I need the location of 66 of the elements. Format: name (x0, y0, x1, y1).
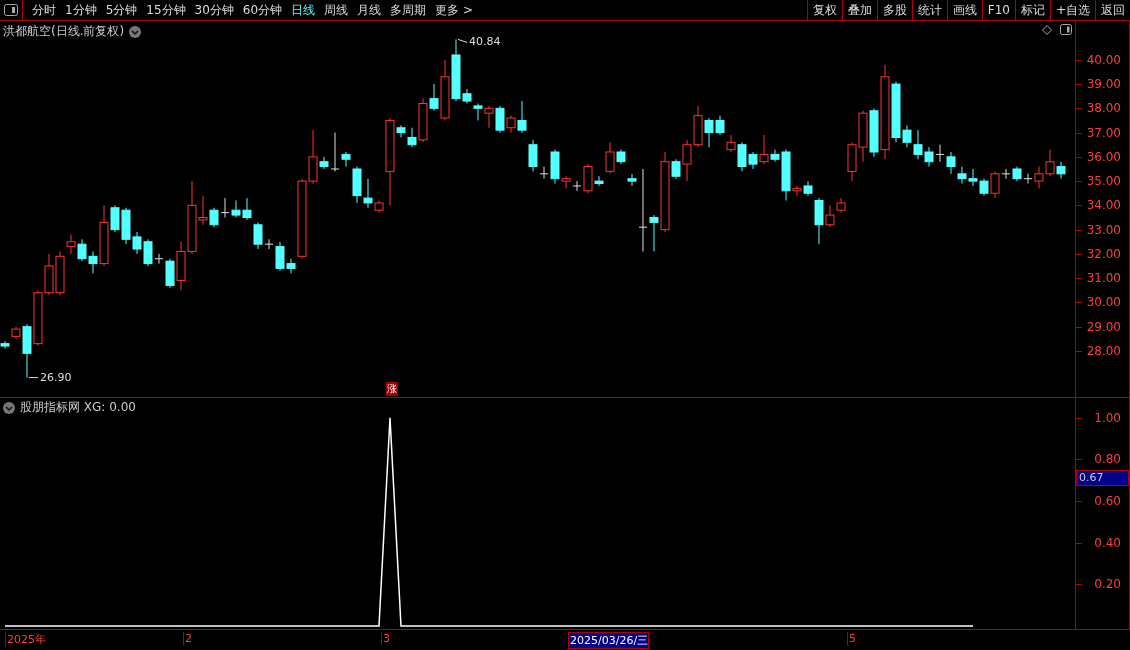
candle (957, 166, 967, 185)
candle (33, 289, 43, 347)
period-tab[interactable]: 周线 (324, 1, 349, 19)
chart-title: 洪都航空(日线.前复权) (3, 23, 125, 40)
period-tab[interactable]: 分时 (32, 1, 56, 19)
date-label: 5 (847, 632, 856, 645)
axis-label: 0.60 (1094, 494, 1121, 509)
limit-up-badge: 涨 (386, 382, 398, 396)
candle (858, 110, 868, 163)
panel-toggle-icon[interactable] (1060, 24, 1072, 35)
leader-line (28, 377, 39, 379)
axis-label: 39.00 (1086, 77, 1121, 92)
axis-label: 0.20 (1094, 577, 1121, 592)
period-tab[interactable]: 60分钟 (242, 1, 283, 19)
candle (242, 197, 252, 221)
period-tab[interactable]: 月线 (357, 1, 382, 19)
axis-label: 29.00 (1086, 319, 1121, 334)
period-tab[interactable]: 15分钟 (146, 1, 186, 19)
dropdown-icon[interactable] (129, 25, 142, 38)
candle (693, 105, 703, 148)
candle (484, 105, 494, 129)
date-label: 2025年 (5, 632, 46, 647)
indicator-title: 股朋指标网 XG: 0.00 (20, 399, 136, 416)
axis-label: 37.00 (1086, 125, 1121, 140)
candle (836, 197, 846, 214)
candle (231, 200, 241, 218)
candle (946, 151, 956, 175)
candle (220, 197, 230, 218)
candle (44, 253, 54, 296)
axis-label: 35.00 (1086, 174, 1121, 189)
axis-label: 0.80 (1094, 452, 1121, 467)
panel-toggle-icon[interactable] (4, 4, 18, 16)
axis-label: 38.00 (1086, 101, 1121, 116)
candle (913, 129, 923, 160)
axis-label: 33.00 (1086, 222, 1121, 237)
date-label: 2025/03/26/三 (568, 632, 650, 649)
price-label: 40.84 (469, 35, 501, 49)
axis-label: 36.00 (1086, 149, 1121, 164)
period-tab[interactable]: 更多 > (435, 1, 473, 19)
leader-line (457, 38, 468, 43)
date-label: 3 (381, 632, 390, 645)
diamond-icon[interactable] (1042, 24, 1052, 35)
candle (924, 146, 934, 168)
dropdown-icon[interactable] (3, 401, 15, 414)
period-tab[interactable]: 30分钟 (194, 1, 234, 19)
axis-label: 40.00 (1086, 52, 1121, 67)
candle (1012, 166, 1022, 182)
axis-label: 28.00 (1086, 343, 1121, 358)
axis-label: 1.00 (1094, 410, 1121, 425)
axis-label: 32.00 (1086, 246, 1121, 261)
axis-label: 34.00 (1086, 198, 1121, 213)
candle (847, 141, 857, 182)
period-tab[interactable]: 日线 (291, 1, 316, 19)
period-tab[interactable]: 1分钟 (65, 1, 97, 19)
cursor-value: 0.67 (1076, 470, 1129, 486)
candle (77, 238, 87, 262)
axis-label: 31.00 (1086, 271, 1121, 286)
axis-label: 30.00 (1086, 295, 1121, 310)
period-tab[interactable]: 多周期 (390, 1, 427, 19)
axis-label: 0.40 (1094, 535, 1121, 550)
period-tab[interactable]: 5分钟 (105, 1, 138, 19)
candle (473, 103, 483, 121)
candle (935, 144, 945, 163)
candle (968, 168, 978, 187)
date-label: 2 (183, 632, 192, 645)
price-label: 26.90 (40, 370, 72, 384)
